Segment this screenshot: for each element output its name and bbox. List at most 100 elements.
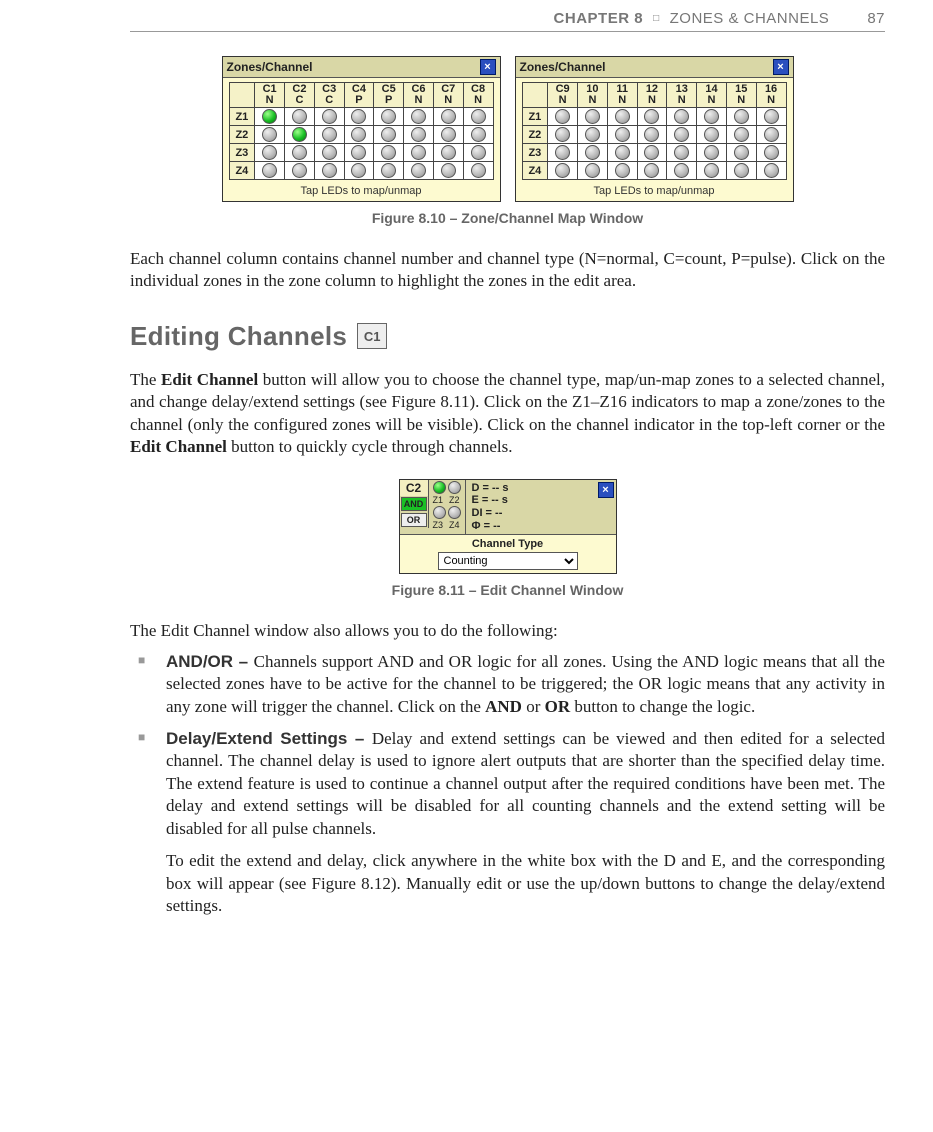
led-cell[interactable] xyxy=(463,162,493,180)
zone-header[interactable]: Z4 xyxy=(229,162,255,180)
led-icon[interactable] xyxy=(441,163,456,178)
close-icon[interactable]: × xyxy=(773,59,789,75)
led-icon[interactable] xyxy=(674,163,689,178)
led-cell[interactable] xyxy=(255,108,285,126)
and-or-toggle[interactable]: AND OR xyxy=(400,496,429,528)
led-cell[interactable] xyxy=(697,162,727,180)
led-icon[interactable] xyxy=(471,127,486,142)
led-icon[interactable] xyxy=(262,109,277,124)
led-icon[interactable] xyxy=(734,163,749,178)
led-icon[interactable] xyxy=(381,163,396,178)
led-cell[interactable] xyxy=(578,108,608,126)
led-icon[interactable] xyxy=(292,163,307,178)
zone-header[interactable]: Z3 xyxy=(229,144,255,162)
led-cell[interactable] xyxy=(344,108,374,126)
led-icon[interactable] xyxy=(471,109,486,124)
led-cell[interactable] xyxy=(344,162,374,180)
channel-type-select[interactable]: Counting xyxy=(438,552,578,570)
led-icon[interactable] xyxy=(292,145,307,160)
led-icon[interactable] xyxy=(585,109,600,124)
led-cell[interactable] xyxy=(404,144,434,162)
led-cell[interactable] xyxy=(726,108,756,126)
led-icon[interactable] xyxy=(734,145,749,160)
led-cell[interactable] xyxy=(404,108,434,126)
led-cell[interactable] xyxy=(548,162,578,180)
led-cell[interactable] xyxy=(433,144,463,162)
led-icon[interactable] xyxy=(262,145,277,160)
led-cell[interactable] xyxy=(756,126,786,144)
led-icon[interactable] xyxy=(262,127,277,142)
led-cell[interactable] xyxy=(374,144,404,162)
led-icon[interactable] xyxy=(764,127,779,142)
led-icon[interactable] xyxy=(433,506,446,519)
led-icon[interactable] xyxy=(764,145,779,160)
led-icon[interactable] xyxy=(411,163,426,178)
led-icon[interactable] xyxy=(351,127,366,142)
led-icon[interactable] xyxy=(411,127,426,142)
led-icon[interactable] xyxy=(644,163,659,178)
led-cell[interactable] xyxy=(667,162,697,180)
led-icon[interactable] xyxy=(704,163,719,178)
led-cell[interactable] xyxy=(726,162,756,180)
led-cell[interactable] xyxy=(607,126,637,144)
zone-header[interactable]: Z1 xyxy=(229,108,255,126)
and-button[interactable]: AND xyxy=(401,497,427,511)
led-icon[interactable] xyxy=(292,109,307,124)
zone-header[interactable]: Z2 xyxy=(229,126,255,144)
zone-header[interactable]: Z3 xyxy=(522,144,548,162)
led-cell[interactable] xyxy=(667,144,697,162)
led-cell[interactable] xyxy=(637,126,667,144)
led-icon[interactable] xyxy=(433,481,446,494)
led-icon[interactable] xyxy=(351,145,366,160)
zone-header[interactable]: Z1 xyxy=(522,108,548,126)
zone-header[interactable]: Z2 xyxy=(522,126,548,144)
led-cell[interactable] xyxy=(463,108,493,126)
or-button[interactable]: OR xyxy=(401,513,427,527)
edit-channel-icon[interactable]: C1 xyxy=(357,323,387,349)
led-cell[interactable] xyxy=(578,162,608,180)
led-icon[interactable] xyxy=(322,163,337,178)
led-cell[interactable] xyxy=(285,162,315,180)
led-icon[interactable] xyxy=(262,163,277,178)
led-icon[interactable] xyxy=(734,109,749,124)
led-icon[interactable] xyxy=(764,163,779,178)
led-icon[interactable] xyxy=(322,145,337,160)
led-cell[interactable] xyxy=(314,126,344,144)
led-icon[interactable] xyxy=(615,127,630,142)
led-cell[interactable] xyxy=(697,126,727,144)
led-icon[interactable] xyxy=(615,145,630,160)
led-cell[interactable] xyxy=(726,144,756,162)
led-icon[interactable] xyxy=(381,127,396,142)
led-cell[interactable] xyxy=(756,108,786,126)
led-cell[interactable] xyxy=(667,126,697,144)
zone-header[interactable]: Z4 xyxy=(522,162,548,180)
led-cell[interactable] xyxy=(404,162,434,180)
led-icon[interactable] xyxy=(441,127,456,142)
led-cell[interactable] xyxy=(285,126,315,144)
led-cell[interactable] xyxy=(697,144,727,162)
led-cell[interactable] xyxy=(637,108,667,126)
led-cell[interactable] xyxy=(607,144,637,162)
led-icon[interactable] xyxy=(674,109,689,124)
led-icon[interactable] xyxy=(674,127,689,142)
led-icon[interactable] xyxy=(704,109,719,124)
led-cell[interactable] xyxy=(697,108,727,126)
led-cell[interactable] xyxy=(756,162,786,180)
delay-extend-values[interactable]: D = -- s E = -- s DI = -- Φ = -- xyxy=(466,480,596,535)
led-icon[interactable] xyxy=(585,127,600,142)
led-cell[interactable] xyxy=(463,144,493,162)
led-icon[interactable] xyxy=(322,109,337,124)
led-cell[interactable] xyxy=(756,144,786,162)
led-cell[interactable] xyxy=(404,126,434,144)
led-icon[interactable] xyxy=(351,109,366,124)
led-cell[interactable] xyxy=(255,126,285,144)
led-cell[interactable] xyxy=(637,144,667,162)
led-cell[interactable] xyxy=(667,108,697,126)
led-icon[interactable] xyxy=(704,145,719,160)
led-icon[interactable] xyxy=(555,109,570,124)
led-cell[interactable] xyxy=(314,162,344,180)
led-icon[interactable] xyxy=(734,127,749,142)
led-icon[interactable] xyxy=(448,506,461,519)
led-icon[interactable] xyxy=(585,145,600,160)
led-cell[interactable] xyxy=(433,162,463,180)
